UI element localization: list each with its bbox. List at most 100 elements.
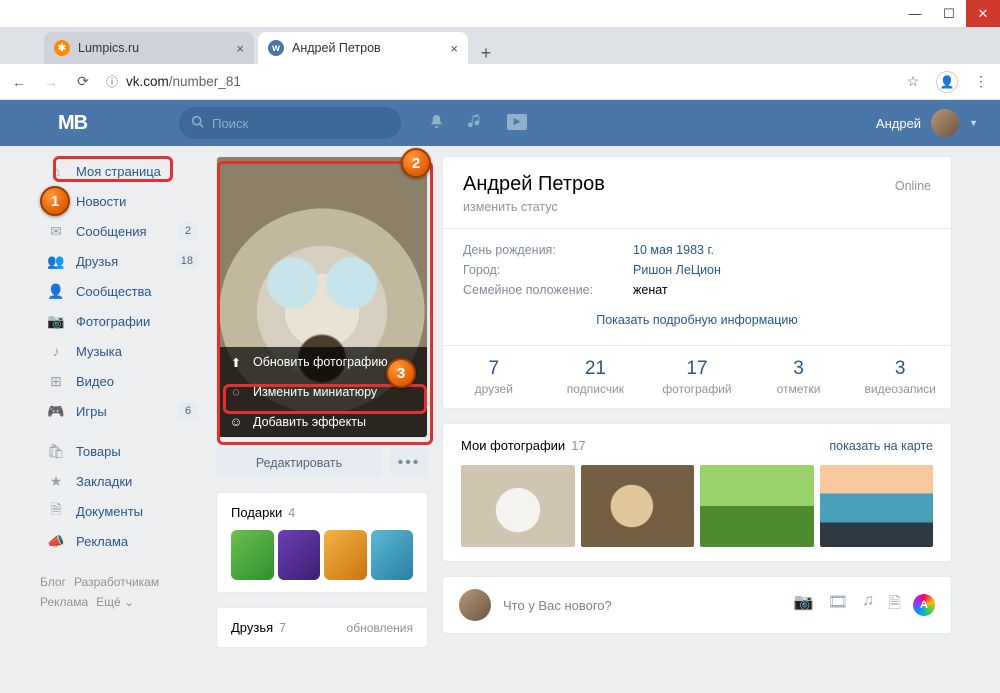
footer-link[interactable]: Разработчикам xyxy=(74,575,159,589)
search-placeholder: Поиск xyxy=(212,116,248,131)
photos-title[interactable]: Мои фотографии xyxy=(461,438,565,453)
video-icon: ⊞ xyxy=(46,373,66,390)
photo-thumb[interactable] xyxy=(581,465,695,547)
change-status[interactable]: изменить статус xyxy=(463,200,931,214)
friends-icon: 👥 xyxy=(46,253,66,270)
vk-header: MB Поиск ▶ Андрей ▼ xyxy=(0,100,1000,146)
sidebar-item-profile[interactable]: ⌂Моя страница xyxy=(40,156,204,186)
games-icon: 🎮 xyxy=(46,403,66,420)
photo-thumb[interactable] xyxy=(461,465,575,547)
camera-icon: 📷 xyxy=(46,313,66,330)
sidebar-item-games[interactable]: 🎮Игры6 xyxy=(40,396,204,426)
search-icon xyxy=(191,115,204,131)
relation-value: женат xyxy=(633,283,668,297)
show-on-map[interactable]: показать на карте xyxy=(829,439,933,453)
annotation-badge-3: 3 xyxy=(386,358,416,388)
sidebar-item-docs[interactable]: 🗎Документы xyxy=(40,496,204,526)
reload-button[interactable]: ⟳ xyxy=(74,73,92,90)
star-icon: ★ xyxy=(46,473,66,490)
address-bar[interactable]: ⓘ vk.com/number_81 xyxy=(106,73,890,90)
menu-button[interactable]: ⋮ xyxy=(972,73,990,90)
video-icon[interactable]: ▶ xyxy=(507,114,527,130)
edit-button[interactable]: Редактировать xyxy=(216,448,382,478)
browser-tab-vk[interactable]: w Андрей Петров × xyxy=(258,32,468,64)
sidebar-item-communities[interactable]: 👤Сообщества xyxy=(40,276,204,306)
counter-friends[interactable]: 7друзей xyxy=(443,346,545,408)
footer-link[interactable]: Ещё ⌄ xyxy=(96,595,134,609)
attach-video-icon[interactable]: 🎞 xyxy=(828,592,848,619)
tab-close-icon[interactable]: × xyxy=(236,41,244,56)
window-close[interactable]: ✕ xyxy=(966,0,1000,27)
goods-icon: 🛍 xyxy=(46,443,66,460)
photo-thumb[interactable] xyxy=(700,465,814,547)
story-icon[interactable]: A xyxy=(913,594,935,616)
attach-photo-icon[interactable]: 📷 xyxy=(794,592,814,619)
profile-name: Андрей Петров xyxy=(463,173,605,196)
gift-item[interactable] xyxy=(231,530,274,580)
new-tab-button[interactable]: + xyxy=(472,43,500,64)
notifications-icon[interactable] xyxy=(429,114,444,133)
show-more-link[interactable]: Показать подробную информацию xyxy=(596,313,798,327)
footer-link[interactable]: Реклама xyxy=(40,595,88,609)
vk-sidebar: ⌂Моя страница ▦Новости ✉Сообщения2 👥Друз… xyxy=(40,146,204,693)
vk-search[interactable]: Поиск xyxy=(179,107,401,139)
url-host: vk.com xyxy=(126,74,169,89)
forward-button[interactable]: → xyxy=(42,74,60,90)
sidebar-item-video[interactable]: ⊞Видео xyxy=(40,366,204,396)
gifts-block[interactable]: Подарки 4 xyxy=(216,492,428,593)
photo-thumb[interactable] xyxy=(820,465,934,547)
sidebar-item-photos[interactable]: 📷Фотографии xyxy=(40,306,204,336)
avatar-effects[interactable]: ☺Добавить эффекты xyxy=(217,407,427,437)
browser-tab-lumpics[interactable]: ✱ Lumpics.ru × xyxy=(44,32,254,64)
gift-item[interactable] xyxy=(324,530,367,580)
vk-logo[interactable]: MB xyxy=(58,112,87,135)
favicon-vk: w xyxy=(268,40,284,56)
counter-tags[interactable]: 3отметки xyxy=(748,346,850,408)
sidebar-item-friends[interactable]: 👥Друзья18 xyxy=(40,246,204,276)
window-minimize[interactable]: — xyxy=(898,0,932,27)
browser-toolbar: ← → ⟳ ⓘ vk.com/number_81 ☆ 👤 ⋮ xyxy=(0,64,1000,100)
user-avatar xyxy=(931,109,959,137)
birthday-link[interactable]: 10 мая 1983 г. xyxy=(633,243,714,257)
star-button[interactable]: ☆ xyxy=(904,73,922,90)
city-link[interactable]: Ришон ЛеЦион xyxy=(633,263,721,277)
profile-avatar[interactable]: × ⬆Обновить фотографию ◌Изменить миниатю… xyxy=(216,156,428,438)
window-maximize[interactable]: ☐ xyxy=(932,0,966,27)
tab-close-icon[interactable]: × xyxy=(450,41,458,56)
sidebar-item-messages[interactable]: ✉Сообщения2 xyxy=(40,216,204,246)
profile-button[interactable]: 👤 xyxy=(936,71,958,93)
sidebar-item-goods[interactable]: 🛍Товары xyxy=(40,436,204,466)
site-info-icon[interactable]: ⓘ xyxy=(106,73,118,90)
upload-icon: ⬆ xyxy=(229,355,243,370)
docs-icon: 🗎 xyxy=(46,499,66,523)
counter-subscribers[interactable]: 21подписчик xyxy=(545,346,647,408)
ads-icon: 📣 xyxy=(46,533,66,550)
effects-icon: ☺ xyxy=(229,415,243,429)
photos-card: Мои фотографии 17 показать на карте xyxy=(442,423,952,562)
music-icon[interactable] xyxy=(468,114,483,133)
composer-avatar xyxy=(459,589,491,621)
attach-note-icon[interactable]: 🗎 xyxy=(888,592,901,619)
sidebar-item-music[interactable]: ♪Музыка xyxy=(40,336,204,366)
attach-music-icon[interactable]: ♫ xyxy=(862,592,874,619)
thumbnail-icon: ◌ xyxy=(229,385,243,399)
post-composer[interactable]: Что у Вас нового? 📷 🎞 ♫ 🗎 A xyxy=(442,576,952,634)
online-status: Online xyxy=(895,179,931,193)
annotation-badge-1: 1 xyxy=(40,186,70,216)
gift-item[interactable] xyxy=(278,530,321,580)
sidebar-item-ads[interactable]: 📣Реклама xyxy=(40,526,204,556)
friends-block[interactable]: Друзья 7обновления xyxy=(216,607,428,648)
communities-icon: 👤 xyxy=(46,283,66,300)
back-button[interactable]: ← xyxy=(10,74,28,90)
browser-tabstrip: ✱ Lumpics.ru × w Андрей Петров × + xyxy=(0,28,1000,64)
chevron-down-icon: ▼ xyxy=(969,118,978,128)
more-button[interactable]: ••• xyxy=(390,448,428,478)
sidebar-item-bookmarks[interactable]: ★Закладки xyxy=(40,466,204,496)
vk-user-menu[interactable]: Андрей ▼ xyxy=(876,109,978,137)
home-icon: ⌂ xyxy=(46,163,66,179)
footer-link[interactable]: Блог xyxy=(40,575,66,589)
counter-photos[interactable]: 17фотографий xyxy=(646,346,748,408)
composer-placeholder: Что у Вас нового? xyxy=(503,598,782,613)
counter-videos[interactable]: 3видеозаписи xyxy=(849,346,951,408)
gift-item[interactable] xyxy=(371,530,414,580)
